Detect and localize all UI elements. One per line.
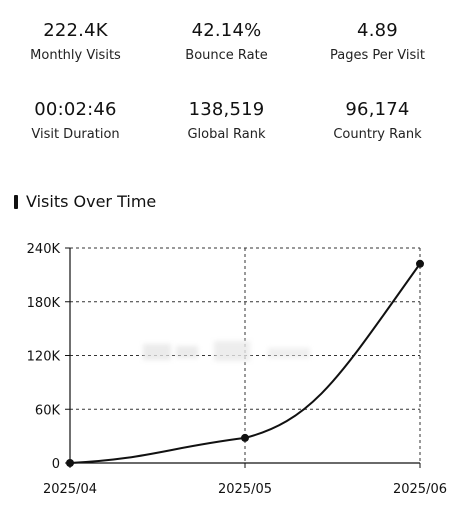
visits-line-chart: 0 60K 120K 180K 240K 2025/04 2025/05 2025/06 [27,242,447,497]
y-tick-label: 180K [27,296,61,311]
data-point[interactable] [66,459,74,467]
y-tick-label: 120K [27,350,61,365]
y-tick-label: 0 [52,457,60,472]
data-point[interactable] [416,259,424,268]
x-tick-label: 2025/05 [218,482,272,497]
y-tick-label: 240K [27,242,61,257]
x-tick-label: 2025/04 [43,482,97,497]
x-tick-label: 2025/06 [393,482,447,497]
y-tick-label: 60K [35,403,61,418]
watermark-smudge [143,341,310,361]
label-layer: 0 60K 120K 180K 240K 2025/04 2025/05 2025/06 [27,242,447,497]
data-point[interactable] [241,433,249,442]
